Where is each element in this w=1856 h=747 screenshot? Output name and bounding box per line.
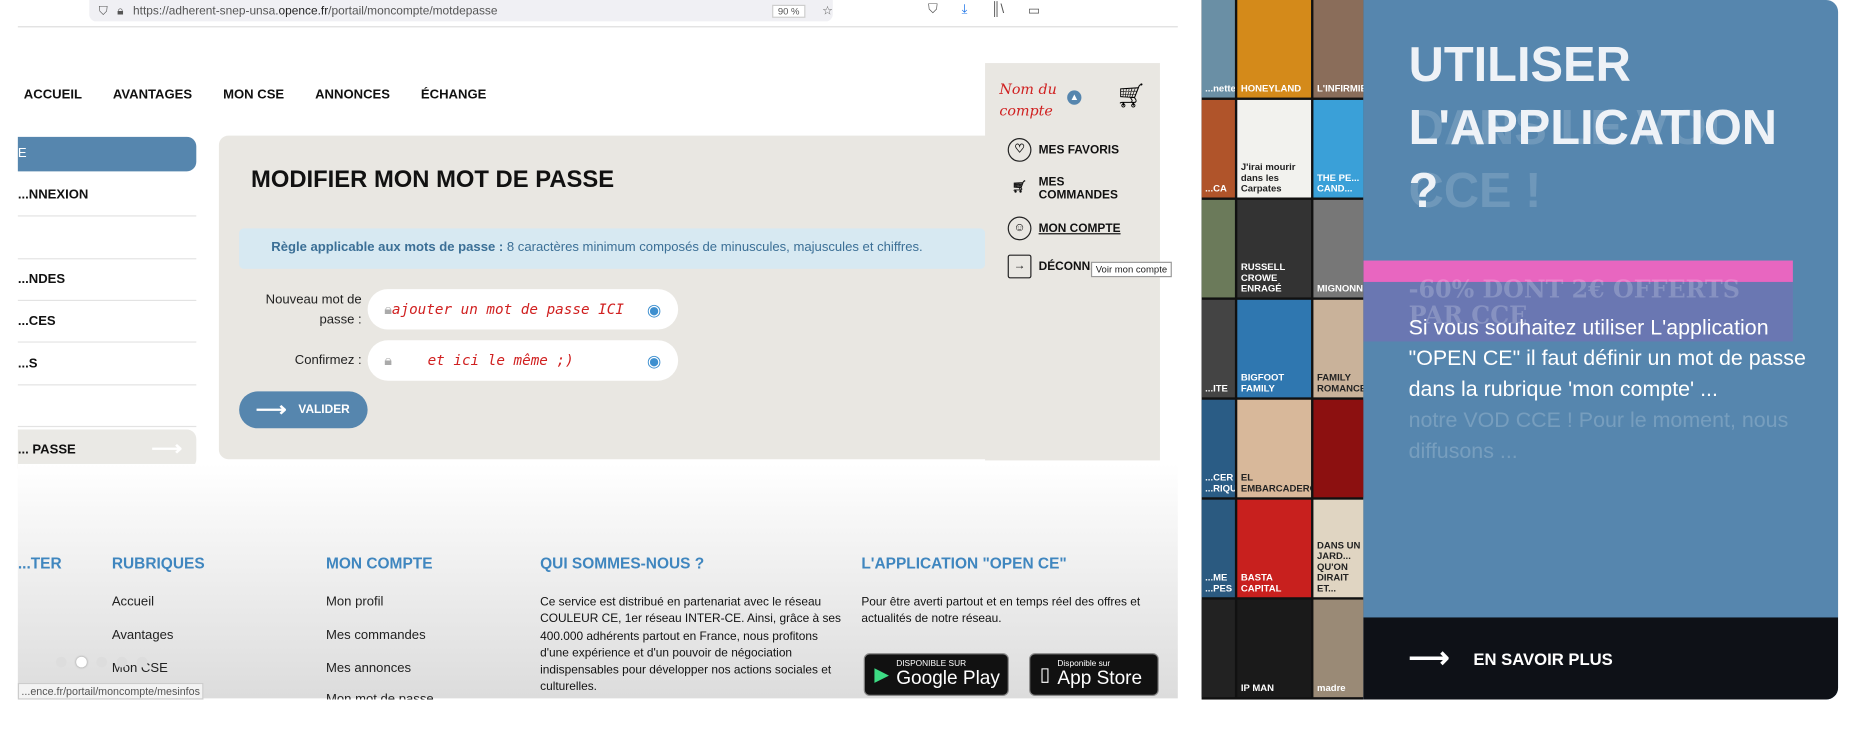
- tooltip: Voir mon compte: [1090, 261, 1172, 278]
- ghost-text: notre VOD CCE ! Pour le moment, nous dif…: [1408, 408, 1789, 463]
- nav-avantages[interactable]: AVANTAGES: [113, 88, 192, 102]
- page-title: MODIFIER MON MOT DE PASSE: [251, 166, 615, 193]
- sidebar-item-annonces[interactable]: ...CES: [17, 301, 197, 343]
- movie-poster[interactable]: EL EMBARCADERO: [1237, 399, 1312, 498]
- confirm-label: Confirmez :: [294, 353, 362, 368]
- movie-poster[interactable]: ...CER ...RIQUE: [1201, 399, 1235, 498]
- nav-accueil[interactable]: ACCUEIL: [24, 88, 82, 102]
- eye-icon[interactable]: ◉: [647, 350, 662, 370]
- download-icon[interactable]: ⤓: [962, 2, 968, 17]
- movie-poster[interactable]: DANS UN JARD... QU'ON DIRAIT ET...: [1313, 499, 1364, 598]
- sidebar-item-connexion[interactable]: ...NNEXION: [17, 175, 197, 217]
- new-password-input[interactable]: 🔒︎ ajouter un mot de passe ICI ◉: [367, 289, 679, 330]
- pocket-icon[interactable]: ⛉: [928, 2, 938, 17]
- nav-annonces[interactable]: ANNONCES: [315, 88, 390, 102]
- movie-poster[interactable]: L'INFIRMIE...: [1313, 0, 1364, 98]
- footer-link[interactable]: Accueil: [112, 595, 154, 609]
- lock-icon: 🔒︎: [117, 4, 124, 18]
- footer-about-text: Ce service est distribué en partenariat …: [540, 596, 841, 695]
- arrow-right-icon: ⟶: [1408, 642, 1450, 675]
- lock-icon: 🔒︎: [384, 300, 392, 318]
- menu-favoris[interactable]: ♡ MES FAVORIS: [1007, 138, 1122, 162]
- nav-mon-cse[interactable]: MON CSE: [223, 88, 284, 102]
- sidebar-icon[interactable]: ▭: [1028, 2, 1040, 18]
- sidebar-header: E: [17, 136, 197, 172]
- library-icon[interactable]: ║\: [991, 2, 1004, 17]
- movie-poster[interactable]: ...nette: [1201, 0, 1235, 98]
- movie-poster[interactable]: MIGNONN...: [1313, 199, 1364, 298]
- sidebar-item[interactable]: [17, 218, 197, 260]
- poster-grid: ...netteHONEYLANDL'INFIRMIE... ...CAJ'ira…: [1201, 0, 1364, 700]
- phone-icon: ▯: [1039, 665, 1051, 686]
- zoom-level[interactable]: 90 %: [771, 4, 806, 18]
- new-password-label: Nouveau mot de passe :: [265, 292, 362, 328]
- footer-link[interactable]: Mon profil: [326, 595, 383, 609]
- promo-panel: DANS LE VOD CCE ! UTILISER L'APPLICATION…: [1363, 0, 1839, 700]
- movie-poster[interactable]: J'irai mourir dans les Carpates: [1237, 99, 1312, 198]
- browser-toolbar: ⛉ ⤓ ║\ ▭: [928, 2, 1040, 17]
- movie-poster[interactable]: [1201, 199, 1235, 298]
- movie-poster[interactable]: ...ME ...PES: [1201, 499, 1235, 598]
- divider: [17, 26, 1178, 28]
- password-rule: Règle applicable aux mots de passe : 8 c…: [239, 228, 986, 269]
- arrow-right-icon: ⟶: [255, 397, 287, 422]
- movie-poster[interactable]: [1313, 399, 1364, 498]
- movie-poster[interactable]: ...ITE: [1201, 299, 1235, 398]
- footer-link[interactable]: Mes commandes: [326, 628, 426, 642]
- footer-heading-qui: QUI SOMMES-NOUS ?: [540, 554, 705, 573]
- app-store-button[interactable]: ▯ Disponible sur App Store: [1029, 653, 1159, 696]
- movie-poster[interactable]: THE PE... CAND...: [1313, 99, 1364, 198]
- promo-title: UTILISER L'APPLICATION ?: [1408, 36, 1778, 218]
- arrow-right-icon: ⟶: [151, 436, 183, 461]
- movie-poster[interactable]: HONEYLAND: [1237, 0, 1312, 98]
- cart-icon: 🛒︎: [1012, 180, 1028, 194]
- footer-link[interactable]: Mes annonces: [326, 661, 411, 675]
- movie-poster[interactable]: [1201, 599, 1235, 698]
- movie-poster[interactable]: madre: [1313, 599, 1364, 698]
- footer-link[interactable]: Mon mot de passe: [326, 692, 434, 699]
- footer-heading-rubriques: RUBRIQUES: [111, 554, 205, 573]
- learn-more-button[interactable]: ⟶ EN SAVOIR PLUS: [1363, 617, 1839, 700]
- account-name[interactable]: Nom du compte: [999, 79, 1070, 122]
- movie-poster[interactable]: BASTA CAPITAL: [1237, 499, 1312, 598]
- movie-poster[interactable]: FAMILY ROMANCE: [1313, 299, 1364, 398]
- footer-heading-app: L'APPLICATION "OPEN CE": [861, 554, 1067, 573]
- nav-echange[interactable]: ÉCHANGE: [421, 88, 486, 102]
- sidebar-item[interactable]: [17, 385, 197, 428]
- chevron-up-icon[interactable]: ▲: [1067, 90, 1082, 105]
- footer-link[interactable]: Avantages: [112, 628, 174, 642]
- user-icon: ☺: [1007, 216, 1032, 241]
- footer-heading: ...TER: [17, 554, 62, 573]
- menu-commandes[interactable]: 🛒︎ MES COMMANDES: [1008, 176, 1122, 202]
- main-nav: ACCUEIL AVANTAGES MON CSE ANNONCES ÉCHAN…: [24, 88, 487, 102]
- logout-icon: →: [1007, 254, 1032, 279]
- play-icon: ▶: [874, 665, 890, 686]
- url-bar[interactable]: ⛉ 🔒︎ https://adherent-snep-unsa.opence.f…: [89, 0, 833, 22]
- footer-app-text: Pour être averti partout et en temps rée…: [861, 596, 1141, 627]
- movie-poster[interactable]: RUSSELL CROWE ENRAGÉ: [1237, 199, 1312, 298]
- bookmark-star-icon[interactable]: ☆: [822, 4, 833, 17]
- footer-heading-compte: MON COMPTE: [325, 554, 433, 573]
- carousel-dots[interactable]: [55, 656, 148, 668]
- confirm-password-input[interactable]: 🔒︎ et ici le même ;) ◉: [367, 340, 679, 381]
- lock-icon: 🔒︎: [384, 351, 392, 369]
- promo-text: Si vous souhaitez utiliser L'application…: [1408, 315, 1806, 401]
- eye-icon[interactable]: ◉: [647, 299, 662, 319]
- sidebar-item-commandes[interactable]: ...NDES: [17, 259, 197, 301]
- movie-poster[interactable]: ...CA: [1201, 99, 1235, 198]
- sidebar-item[interactable]: ...S: [17, 344, 197, 386]
- sidebar-item-mot-de-passe[interactable]: ... PASSE ⟶: [17, 429, 197, 469]
- submit-button[interactable]: ⟶ VALIDER: [239, 391, 368, 429]
- google-play-button[interactable]: ▶ DISPONIBLE SUR Google Play: [863, 653, 1009, 696]
- status-url: ...ence.fr/portail/moncompte/mesinfos: [17, 682, 204, 700]
- menu-mon-compte[interactable]: ☺ MON COMPTE: [1007, 216, 1122, 241]
- movie-poster[interactable]: IP MAN: [1237, 599, 1312, 698]
- heart-icon: ♡: [1007, 138, 1032, 162]
- shield-icon: ⛉: [98, 4, 108, 18]
- cart-icon[interactable]: 🛒︎: [1116, 81, 1146, 111]
- movie-poster[interactable]: BIGFOOT FAMILY: [1237, 299, 1312, 398]
